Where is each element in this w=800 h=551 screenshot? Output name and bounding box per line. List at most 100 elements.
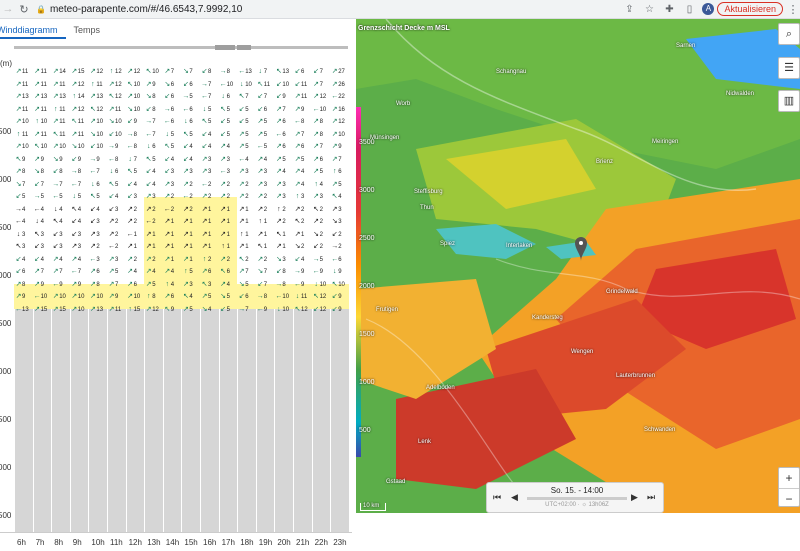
- wind-arrow-icon: ↙: [201, 143, 208, 150]
- search-button[interactable]: ⌕: [778, 23, 800, 45]
- wind-speed: 5: [133, 169, 137, 175]
- tab-temps[interactable]: Temps: [74, 25, 109, 39]
- hour-label[interactable]: 18h: [240, 538, 253, 547]
- wind-speed: 4: [22, 206, 26, 213]
- wind-cell: ↗1: [238, 205, 249, 215]
- hour-label[interactable]: 23h: [333, 538, 346, 547]
- wind-cell: ↗11: [52, 117, 66, 127]
- extensions-icon[interactable]: ✚: [659, 4, 679, 15]
- wind-arrow-icon: ↙: [108, 130, 115, 138]
- hour-label[interactable]: 14h: [166, 538, 179, 547]
- hour-label[interactable]: 13h: [147, 538, 160, 547]
- hour-label[interactable]: 9h: [73, 538, 82, 547]
- wind-cell: ↗2: [220, 255, 230, 265]
- step-back-icon[interactable]: ◀: [511, 492, 518, 503]
- wind-speed: 7: [96, 169, 100, 175]
- wind-arrow-icon: ↗: [313, 80, 320, 88]
- hour-label[interactable]: 7h: [36, 538, 45, 547]
- place-label: Lenk: [418, 439, 432, 445]
- bookmark-star-icon[interactable]: ☆: [639, 4, 659, 15]
- wind-cell: ↗10: [15, 117, 29, 127]
- wind-arrow-icon: ↗: [313, 193, 320, 200]
- wind-cell: ↑ 5: [182, 267, 193, 277]
- wind-arrow-icon: ↑: [202, 255, 207, 263]
- chart-button[interactable]: ▥: [778, 90, 800, 112]
- wind-speed: 5: [319, 256, 323, 263]
- hour-label[interactable]: 21h: [296, 538, 309, 547]
- wind-cell: ↗11: [52, 80, 66, 90]
- wind-speed: 2: [319, 244, 323, 250]
- wind-arrow-icon: ↗: [257, 193, 264, 200]
- wind-cell: →7: [52, 180, 62, 190]
- wind-speed: 8: [282, 269, 286, 275]
- wind-arrow-icon: ↙: [164, 168, 171, 175]
- skip-back-icon[interactable]: ⏮: [493, 492, 501, 503]
- wind-speed: 11: [96, 81, 103, 88]
- zoom-out-button[interactable]: −: [779, 488, 799, 508]
- hour-label[interactable]: 12h: [129, 538, 142, 547]
- hour-label[interactable]: 11h: [110, 538, 123, 547]
- sidebar-icon[interactable]: ▯: [679, 4, 699, 15]
- wind-arrow-icon: ↗: [294, 130, 301, 138]
- altitude-label: 500: [0, 127, 12, 136]
- wind-speed: 7: [77, 181, 82, 188]
- update-button[interactable]: Aktualisieren: [717, 2, 783, 16]
- wind-cell: ↖2: [313, 205, 323, 215]
- wind-arrow-icon: ↗: [127, 243, 134, 250]
- hour-label[interactable]: 22h: [315, 538, 328, 547]
- hour-label[interactable]: 6h: [17, 538, 26, 547]
- wind-speed: 3: [133, 194, 137, 200]
- wind-cell: ↙6: [294, 67, 305, 77]
- hour-label[interactable]: 16h: [203, 538, 216, 547]
- wind-speed: 10: [245, 81, 252, 88]
- wind-cell: ↙2: [313, 242, 323, 252]
- wind-cell: ↖9: [15, 155, 26, 165]
- wind-arrow-icon: ↘: [313, 230, 320, 238]
- skip-forward-icon[interactable]: ⏭: [647, 492, 655, 503]
- map-view[interactable]: Grenzschicht Decke m MSL 3500 3000 2500 …: [356, 19, 800, 513]
- column-divider: [69, 309, 71, 532]
- hour-label[interactable]: 15h: [184, 538, 197, 547]
- wind-speed: 3: [77, 231, 82, 238]
- wind-speed: 8: [40, 169, 44, 175]
- time-slider[interactable]: [527, 497, 627, 500]
- wind-speed: 2: [208, 194, 212, 200]
- wind-speed: 2: [189, 194, 193, 200]
- wind-cell: ↑ 1: [238, 230, 249, 240]
- wind-cell: ↘7: [182, 67, 193, 77]
- wind-cell: ↗16: [331, 105, 345, 115]
- menu-icon[interactable]: ⋮: [786, 3, 800, 16]
- wind-arrow-icon: ↑: [16, 130, 21, 138]
- wind-arrow-icon: ↗: [220, 230, 227, 238]
- hour-label[interactable]: 20h: [277, 538, 290, 547]
- forward-icon[interactable]: →: [0, 3, 16, 15]
- wind-cell: ↑ 15: [127, 305, 140, 315]
- zoom-in-button[interactable]: +: [779, 468, 799, 488]
- wind-speed: 6: [263, 106, 268, 113]
- wind-speed: 12: [77, 106, 85, 113]
- tab-winddiagramm[interactable]: Winddiagramm: [0, 25, 66, 39]
- reload-icon[interactable]: ↻: [16, 3, 32, 16]
- settings-button[interactable]: ☰: [778, 57, 800, 79]
- search-icon: ⌕: [785, 28, 793, 40]
- hour-label[interactable]: 17h: [222, 538, 235, 547]
- hour-label[interactable]: 10h: [91, 538, 104, 547]
- wind-speed: 1: [208, 244, 212, 250]
- wind-cell: ↗8: [313, 130, 323, 140]
- wind-speed: 7: [263, 269, 268, 275]
- wind-cell: ↙4: [34, 255, 44, 265]
- wind-arrow-icon: ↖: [164, 143, 171, 150]
- wind-arrow-icon: ↗: [220, 143, 227, 150]
- avatar[interactable]: A: [702, 3, 715, 15]
- hour-label[interactable]: 8h: [54, 538, 63, 547]
- wind-speed: 10: [96, 131, 104, 138]
- place-label: Nidwalden: [726, 91, 755, 97]
- step-forward-icon[interactable]: ▶: [631, 492, 638, 503]
- wind-speed: 4: [59, 256, 63, 263]
- wind-speed: 9: [301, 281, 305, 288]
- wind-arrow-icon: ↓: [128, 155, 132, 163]
- address-bar[interactable]: 🔒 meteo-parapente.com/#/46.6543,7.9992,1…: [36, 4, 619, 15]
- wind-speed: 4: [59, 206, 63, 213]
- hour-label[interactable]: 19h: [259, 538, 272, 547]
- share-icon[interactable]: ⇪: [619, 4, 639, 15]
